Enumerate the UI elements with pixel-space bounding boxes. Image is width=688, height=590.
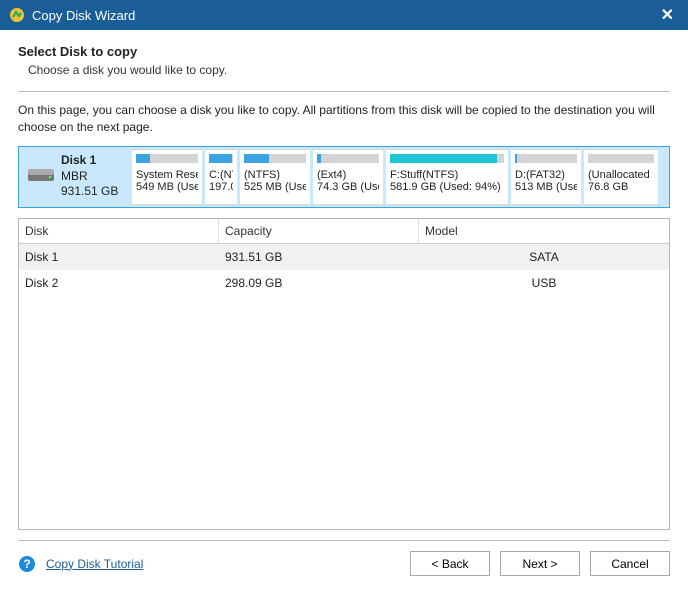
partition-detail: 525 MB (Use — [244, 181, 306, 193]
partition-detail: 513 MB (Use — [515, 181, 577, 193]
partition-block[interactable]: (Unallocated76.8 GB — [584, 149, 658, 205]
partition-detail: 76.8 GB — [588, 181, 654, 193]
titlebar: Copy Disk Wizard ✕ — [0, 0, 688, 30]
cell-disk: Disk 1 — [19, 250, 219, 264]
cell-capacity: 931.51 GB — [219, 250, 419, 264]
disk-map[interactable]: Disk 1 MBR 931.51 GB System Rese549 MB (… — [18, 146, 670, 208]
page-heading: Select Disk to copy — [18, 44, 670, 59]
partition-label: F:Stuff(NTFS) — [390, 169, 504, 181]
close-icon[interactable]: ✕ — [655, 5, 680, 25]
footerbar: ? Copy Disk Tutorial < Back Next > Cance… — [0, 551, 688, 590]
partition-label: (NTFS) — [244, 169, 306, 181]
app-icon — [8, 6, 26, 24]
partition-block[interactable]: C:(NT197.0 — [205, 149, 237, 205]
disk-info: Disk 1 MBR 931.51 GB — [61, 153, 118, 200]
tutorial-link[interactable]: Copy Disk Tutorial — [46, 557, 143, 571]
page-description: On this page, you can choose a disk you … — [18, 102, 670, 136]
partition-detail: 74.3 GB (Use — [317, 181, 379, 193]
window-title: Copy Disk Wizard — [32, 8, 655, 23]
partition-label: C:(NT — [209, 169, 233, 181]
footer-divider — [18, 540, 670, 541]
disk-name: Disk 1 — [61, 153, 118, 169]
help-icon[interactable]: ? — [18, 555, 36, 573]
content-area: Select Disk to copy Choose a disk you wo… — [0, 30, 688, 530]
svg-text:?: ? — [23, 557, 30, 571]
disk-table: Disk Capacity Model Disk 1931.51 GBSATAD… — [18, 218, 670, 530]
back-button[interactable]: < Back — [410, 551, 490, 576]
page-subheading: Choose a disk you would like to copy. — [28, 63, 670, 77]
usage-bar — [588, 154, 654, 163]
col-capacity[interactable]: Capacity — [219, 219, 419, 243]
partition-label: (Unallocated — [588, 169, 654, 181]
next-button[interactable]: Next > — [500, 551, 580, 576]
partition-block[interactable]: System Rese549 MB (Use — [132, 149, 202, 205]
usage-bar — [244, 154, 306, 163]
table-body: Disk 1931.51 GBSATADisk 2298.09 GBUSB — [19, 244, 669, 296]
partition-label: (Ext4) — [317, 169, 379, 181]
harddisk-icon — [27, 165, 55, 188]
partition-detail: 549 MB (Use — [136, 181, 198, 193]
disk-header[interactable]: Disk 1 MBR 931.51 GB — [21, 149, 129, 205]
partition-detail: 197.0 — [209, 181, 233, 193]
partition-strip: System Rese549 MB (UseC:(NT197.0(NTFS)52… — [132, 149, 667, 205]
divider — [18, 91, 670, 92]
cell-model: USB — [419, 276, 669, 290]
cancel-button[interactable]: Cancel — [590, 551, 670, 576]
partition-label: System Rese — [136, 169, 198, 181]
cell-model: SATA — [419, 250, 669, 264]
partition-block[interactable]: (Ext4)74.3 GB (Use — [313, 149, 383, 205]
partition-block[interactable]: F:Stuff(NTFS)581.9 GB (Used: 94%) — [386, 149, 508, 205]
col-disk[interactable]: Disk — [19, 219, 219, 243]
disk-type: MBR — [61, 169, 118, 185]
usage-bar — [209, 154, 233, 163]
disk-size: 931.51 GB — [61, 184, 118, 200]
usage-bar — [390, 154, 504, 163]
usage-bar — [136, 154, 198, 163]
table-header: Disk Capacity Model — [19, 219, 669, 244]
cell-disk: Disk 2 — [19, 276, 219, 290]
usage-bar — [317, 154, 379, 163]
usage-bar — [515, 154, 577, 163]
partition-label: D:(FAT32) — [515, 169, 577, 181]
table-row[interactable]: Disk 2298.09 GBUSB — [19, 270, 669, 296]
partition-block[interactable]: (NTFS)525 MB (Use — [240, 149, 310, 205]
partition-detail: 581.9 GB (Used: 94%) — [390, 181, 504, 193]
table-row[interactable]: Disk 1931.51 GBSATA — [19, 244, 669, 270]
col-model[interactable]: Model — [419, 219, 669, 243]
cell-capacity: 298.09 GB — [219, 276, 419, 290]
partition-block[interactable]: D:(FAT32)513 MB (Use — [511, 149, 581, 205]
